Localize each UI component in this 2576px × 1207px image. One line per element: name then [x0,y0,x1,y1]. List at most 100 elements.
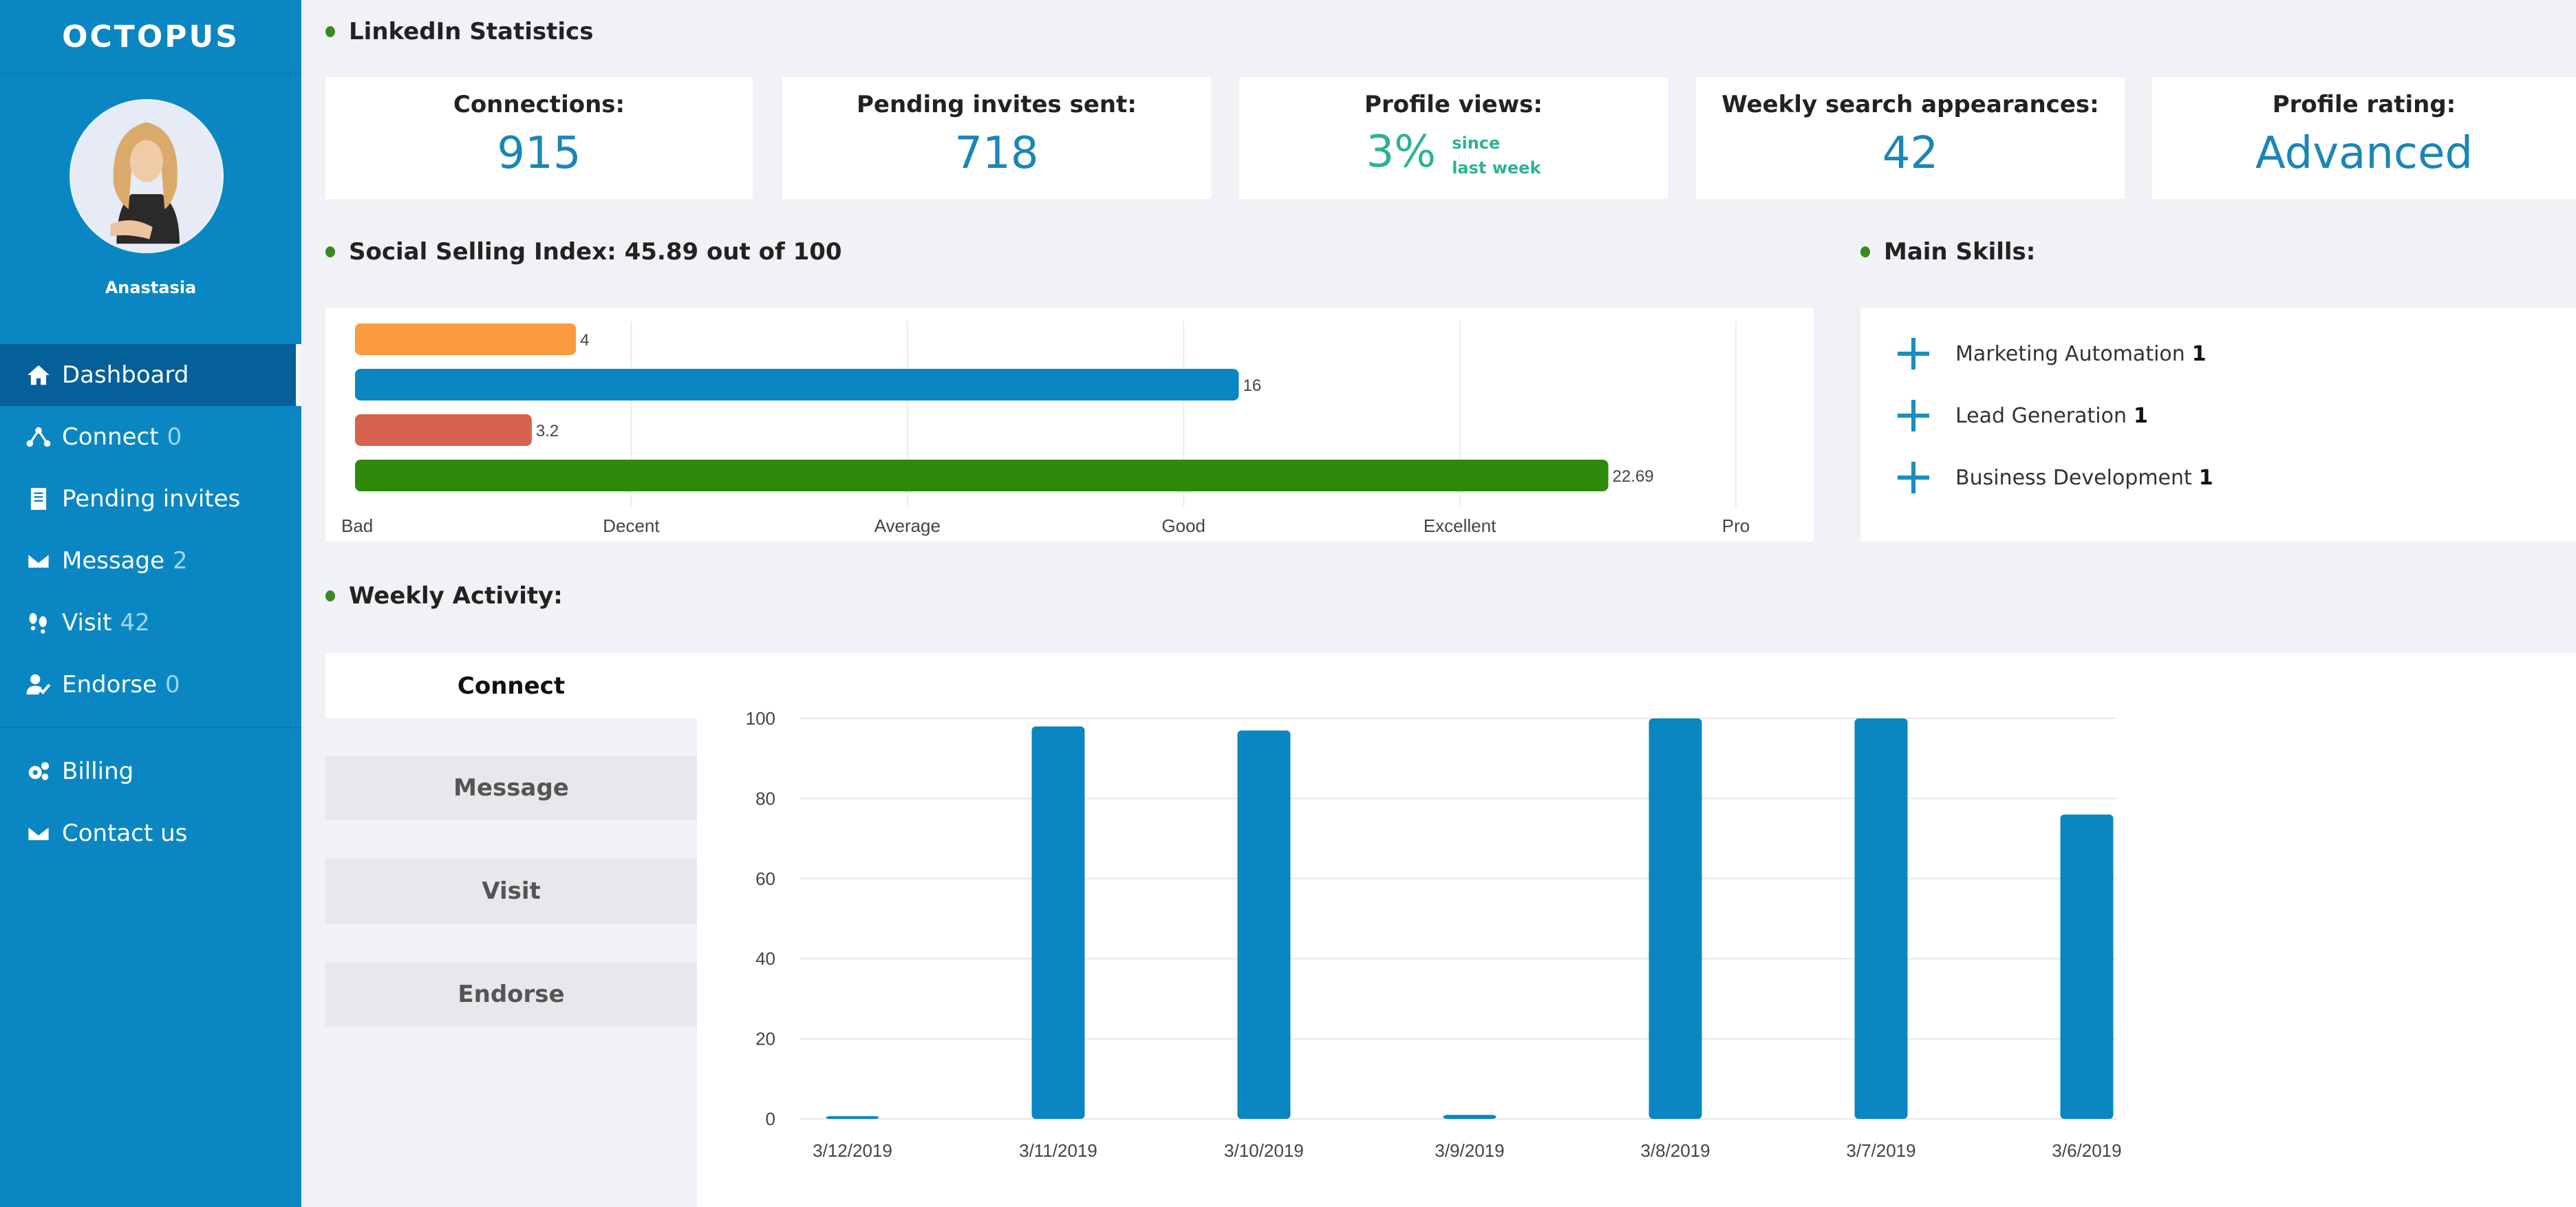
activity-bar[interactable] [826,1116,879,1119]
ssi-tick-label: Average [874,515,941,536]
tab-connect[interactable]: Connect [325,654,697,718]
stat-label: Weekly search appearances: [1721,91,2099,118]
envelope-icon [23,820,54,847]
ssi-tick-label: Pro [1722,515,1750,536]
ssi-tick-label: Good [1161,515,1205,536]
stat-label: Profile views: [1364,91,1543,118]
logo[interactable]: OCTOPUS [62,19,239,54]
user-name: Anastasia [105,278,197,297]
activity-x-tick: 3/11/2019 [1019,1140,1097,1161]
sidebar-item-connect[interactable]: Connect 0 [0,406,301,468]
ssi-bar [355,369,1239,400]
sidebar-divider [0,727,301,728]
activity-y-tick: 100 [746,708,775,729]
plus-icon[interactable] [1898,462,1929,493]
sidebar: OCTOPUS Anastasia Dashboard Connect 0 Pe… [0,0,301,1207]
ssi-tick-label: Decent [603,515,660,536]
stat-label: Profile rating: [2272,91,2456,118]
sidebar-item-count: 0 [165,671,180,698]
activity-x-tick: 3/10/2019 [1224,1140,1304,1161]
ssi-tick-label: Bad [341,515,373,536]
ssi-chart-panel: Bad Decent Average Good Excellent Pro 4 16 3.2 22… [325,308,1814,542]
sidebar-item-message[interactable]: Message 2 [0,530,301,592]
skill-item[interactable]: Business Development 1 [1898,462,2213,493]
stat-card-profile-views: Profile views: 3% since last week [1239,77,1668,199]
plus-icon[interactable] [1898,400,1929,431]
activity-chart-panel: 0 20 40 60 80 100 3/12/2019 3/11/2019 3/10/2019 3… [697,654,2576,1207]
bullet-icon [325,590,335,601]
activity-x-tick: 3/6/2019 [2052,1140,2121,1161]
activity-y-tick: 20 [755,1029,775,1049]
ssi-chart: Bad Decent Average Good Excellent Pro 4 16 3.2 22… [341,321,1750,536]
weekly-activity-title: Weekly Activity: [325,582,563,610]
profile-views-row: 3% since last week [1239,124,1668,180]
skill-item[interactable]: Lead Generation 1 [1898,400,2148,431]
activity-y-tick: 0 [766,1109,775,1129]
stat-value: 718 [954,128,1039,179]
main-skills-title: Main Skills: [1860,238,2035,266]
activity-bar[interactable] [2060,814,2114,1119]
activity-y-tick: 60 [755,868,775,889]
stat-card-connections: Connections: 915 [325,77,753,199]
document-icon [23,485,54,513]
tab-visit[interactable]: Visit [325,859,697,923]
skill-name: Business Development [1955,465,2192,490]
tab-endorse[interactable]: Endorse [325,962,697,1027]
avatar-image [72,101,222,251]
sidebar-item-label: Pending invites [62,485,241,513]
stat-note-line: since [1452,133,1501,153]
stat-value: 3% [1366,127,1437,178]
sidebar-item-count: 2 [173,547,188,575]
home-icon [23,361,54,389]
ssi-data-label: 3.2 [536,422,559,440]
avatar[interactable] [69,99,224,253]
sidebar-item-count: 0 [167,423,182,451]
skills-panel: Marketing Automation 1 Lead Generation 1… [1860,308,2576,542]
sidebar-item-pending-invites[interactable]: Pending invites [0,468,301,530]
section-title-text: Weekly Activity: [349,582,563,610]
tab-message[interactable]: Message [325,756,697,820]
stat-label: Pending invites sent: [857,91,1137,118]
ssi-tick-label: Excellent [1424,515,1496,536]
section-title-text: Social Selling Index: 45.89 out of 100 [349,238,842,266]
section-title-text: Main Skills: [1884,238,2036,266]
activity-bar[interactable] [1237,730,1291,1119]
sidebar-item-contact-us[interactable]: Contact us [0,802,301,864]
stat-card-pending-invites: Pending invites sent: 718 [782,77,1211,199]
activity-chart: 0 20 40 60 80 100 3/12/2019 3/11/2019 3/10/2019 3… [746,708,2122,1161]
sidebar-item-endorse[interactable]: Endorse 0 [0,654,301,716]
sidebar-item-label: Dashboard [62,361,189,389]
activity-x-tick: 3/12/2019 [813,1140,892,1161]
sidebar-item-visit[interactable]: Visit 42 [0,592,301,654]
sidebar-item-label: Connect [62,423,159,451]
activity-x-tick: 3/7/2019 [1846,1140,1915,1161]
skill-name: Marketing Automation [1955,341,2185,366]
sidebar-item-label: Billing [62,758,134,785]
stat-card-search-appearances: Weekly search appearances: 42 [1696,77,2125,199]
sidebar-item-label: Visit [62,609,112,637]
sidebar-item-label: Message [62,547,165,575]
sidebar-item-dashboard[interactable]: Dashboard [0,344,301,406]
activity-y-tick: 40 [755,948,775,969]
sidebar-item-billing[interactable]: Billing [0,740,301,802]
activity-bar[interactable] [1443,1115,1496,1119]
bullet-icon [325,26,335,37]
envelope-icon [23,547,54,575]
activity-x-tick: 3/8/2019 [1640,1140,1710,1161]
skill-count: 1 [2133,403,2148,428]
gears-icon [23,758,54,785]
footprints-icon [23,609,54,637]
skill-count: 1 [2191,341,2207,366]
skill-item[interactable]: Marketing Automation 1 [1898,338,2207,370]
skill-count: 1 [2198,465,2213,490]
bullet-icon [325,246,335,257]
activity-bar[interactable] [1649,718,1702,1119]
sidebar-item-label: Endorse [62,671,158,698]
plus-icon[interactable] [1898,338,1929,370]
activity-bar[interactable] [1031,726,1085,1119]
activity-bar[interactable] [1854,718,1908,1119]
ssi-bar [355,460,1609,491]
linkedin-statistics-title: LinkedIn Statistics [325,18,593,45]
ssi-title: Social Selling Index: 45.89 out of 100 [325,238,842,266]
network-icon [23,423,54,451]
